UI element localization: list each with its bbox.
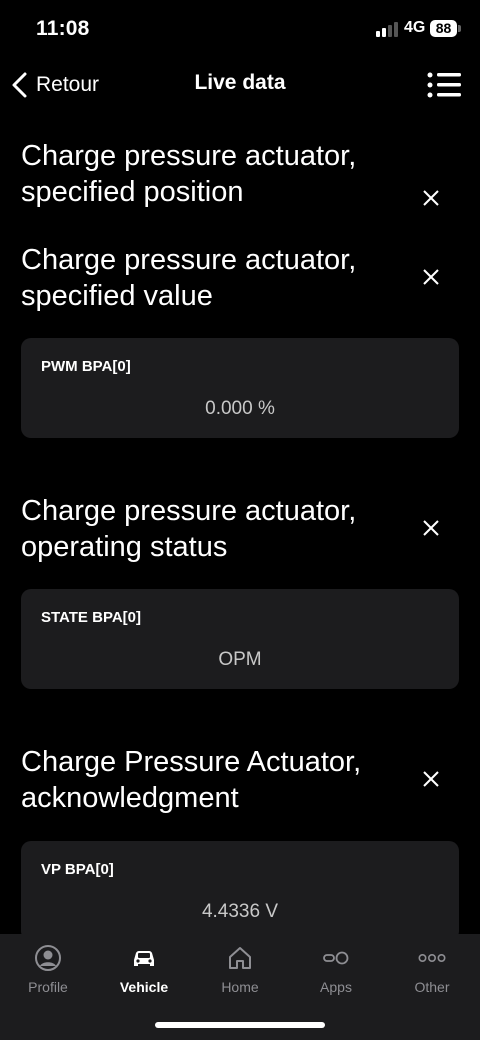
parameter-value: 4.4336 V (201, 901, 279, 922)
tab-home[interactable]: Home (192, 934, 288, 1014)
parameter-label: PWM BPA[0] (41, 358, 131, 375)
navigation-bar: Retour Live data (0, 58, 480, 114)
car-icon (134, 951, 154, 966)
close-icon[interactable] (420, 266, 442, 288)
home-indicator[interactable] (155, 1022, 325, 1028)
signal-strength-icon (376, 21, 398, 37)
list-menu-icon[interactable] (426, 70, 462, 100)
value-card: PWM BPA[0] 0.000 % (21, 338, 459, 438)
parameter-label: STATE BPA[0] (41, 609, 141, 626)
apps-icon (323, 951, 349, 965)
tab-label: Profile (28, 979, 68, 995)
more-icon (418, 954, 446, 963)
profile-icon (35, 945, 61, 971)
tab-vehicle[interactable]: Vehicle (96, 934, 192, 1014)
tab-label: Home (221, 979, 259, 995)
tab-label: Vehicle (119, 979, 169, 995)
close-icon[interactable] (420, 768, 442, 790)
live-data-list[interactable]: Charge pressure actuator, specified posi… (0, 114, 480, 934)
tab-apps[interactable]: Apps (288, 934, 384, 1014)
battery-icon (458, 25, 461, 32)
tab-profile[interactable]: Profile (0, 934, 96, 1014)
tab-label: Apps (320, 979, 352, 995)
tab-other[interactable]: Other (384, 934, 480, 1014)
parameter-label: VP BPA[0] (41, 861, 114, 878)
value-card: STATE BPA[0] OPM (21, 589, 459, 689)
section-title: Charge Pressure Actuator, acknowledgment (21, 746, 362, 814)
section-title: Charge pressure actuator, operating stat… (21, 495, 357, 563)
close-icon[interactable] (420, 187, 442, 209)
page-title: Live data (194, 71, 286, 94)
battery-level: 88 (430, 20, 457, 37)
section-title: Charge pressure actuator, specified posi… (21, 140, 357, 208)
status-bar: 11:08 4G 88 (0, 0, 480, 58)
parameter-value: 0.000 % (205, 398, 275, 419)
home-icon (229, 947, 251, 969)
value-card: VP BPA[0] 4.4336 V (21, 841, 459, 934)
tab-label: Other (414, 979, 450, 995)
section-title: Charge pressure actuator, specified valu… (21, 244, 357, 312)
network-type: 4G (404, 19, 426, 36)
close-icon[interactable] (420, 517, 442, 539)
parameter-value: OPM (218, 649, 262, 670)
status-time: 11:08 (36, 17, 90, 40)
